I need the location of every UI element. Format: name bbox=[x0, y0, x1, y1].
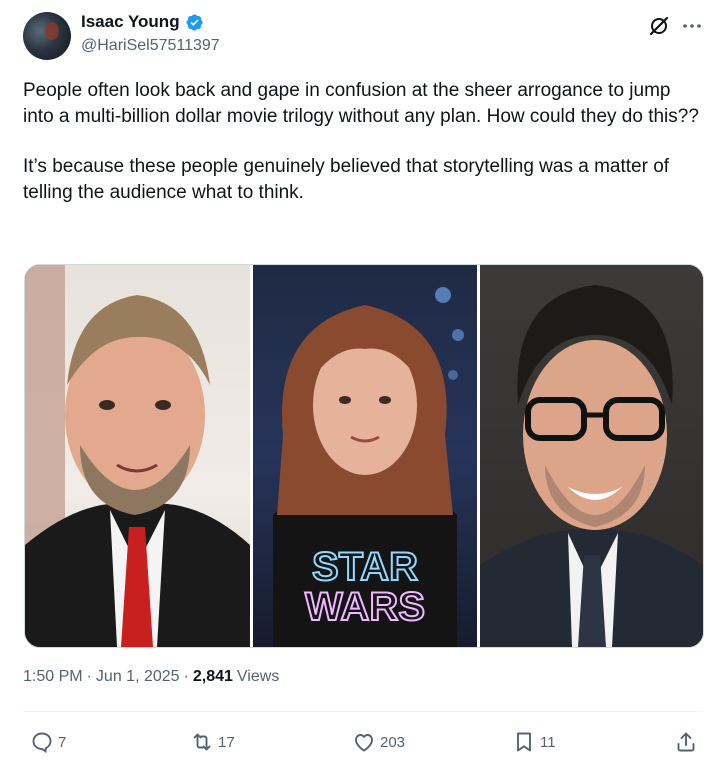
share-icon bbox=[677, 732, 695, 752]
tweet-paragraph-2: It’s because these people genuinely beli… bbox=[23, 156, 670, 203]
like-icon bbox=[355, 734, 373, 752]
shirt-text-wars: WARS bbox=[305, 585, 425, 629]
author-handle[interactable]: @HariSel57511397 bbox=[81, 37, 220, 55]
tweet-paragraph-1: People often look back and gape in confu… bbox=[23, 80, 699, 127]
tweet-date[interactable]: Jun 1, 2025 bbox=[96, 668, 180, 686]
like-button[interactable]: 203 bbox=[352, 722, 405, 762]
divider bbox=[23, 711, 703, 712]
share-button[interactable] bbox=[674, 722, 698, 762]
reply-icon bbox=[32, 732, 52, 754]
meta-separator: · bbox=[86, 668, 92, 685]
views-count: 2,841 bbox=[192, 668, 233, 685]
display-name[interactable]: Isaac Young bbox=[81, 12, 180, 32]
reply-count: 7 bbox=[58, 733, 67, 751]
grok-icon[interactable] bbox=[647, 14, 671, 38]
media-panel-right bbox=[480, 265, 703, 647]
views-label: Views bbox=[236, 668, 280, 685]
action-bar: 7 17 203 11 bbox=[0, 722, 720, 762]
repost-button[interactable]: 17 bbox=[190, 722, 235, 762]
repost-icon bbox=[193, 733, 211, 751]
more-icon[interactable] bbox=[680, 14, 704, 38]
media-panel-center: STAR WARS bbox=[253, 265, 477, 647]
repost-count: 17 bbox=[218, 733, 235, 751]
tweet-meta: 1:50 PM · Jun 1, 2025 · 2,841 Views bbox=[23, 668, 279, 686]
verified-badge-icon[interactable] bbox=[185, 13, 204, 32]
meta-separator: · bbox=[183, 668, 189, 685]
bookmark-icon bbox=[517, 732, 531, 752]
reply-button[interactable]: 7 bbox=[30, 722, 66, 762]
tweet: Isaac Young @HariSel57511397 People ofte… bbox=[0, 0, 720, 762]
like-count: 203 bbox=[380, 733, 406, 751]
tweet-media-image[interactable]: STAR WARS bbox=[24, 264, 704, 648]
bookmark-count: 11 bbox=[540, 733, 556, 751]
author-name-row: Isaac Young bbox=[81, 12, 204, 32]
bookmark-button[interactable]: 11 bbox=[512, 722, 556, 762]
media-panel-left bbox=[25, 265, 250, 647]
tweet-text: People often look back and gape in confu… bbox=[23, 78, 703, 205]
shirt-text-star: STAR bbox=[312, 545, 418, 589]
tweet-time[interactable]: 1:50 PM bbox=[23, 668, 83, 686]
avatar[interactable] bbox=[23, 12, 71, 60]
